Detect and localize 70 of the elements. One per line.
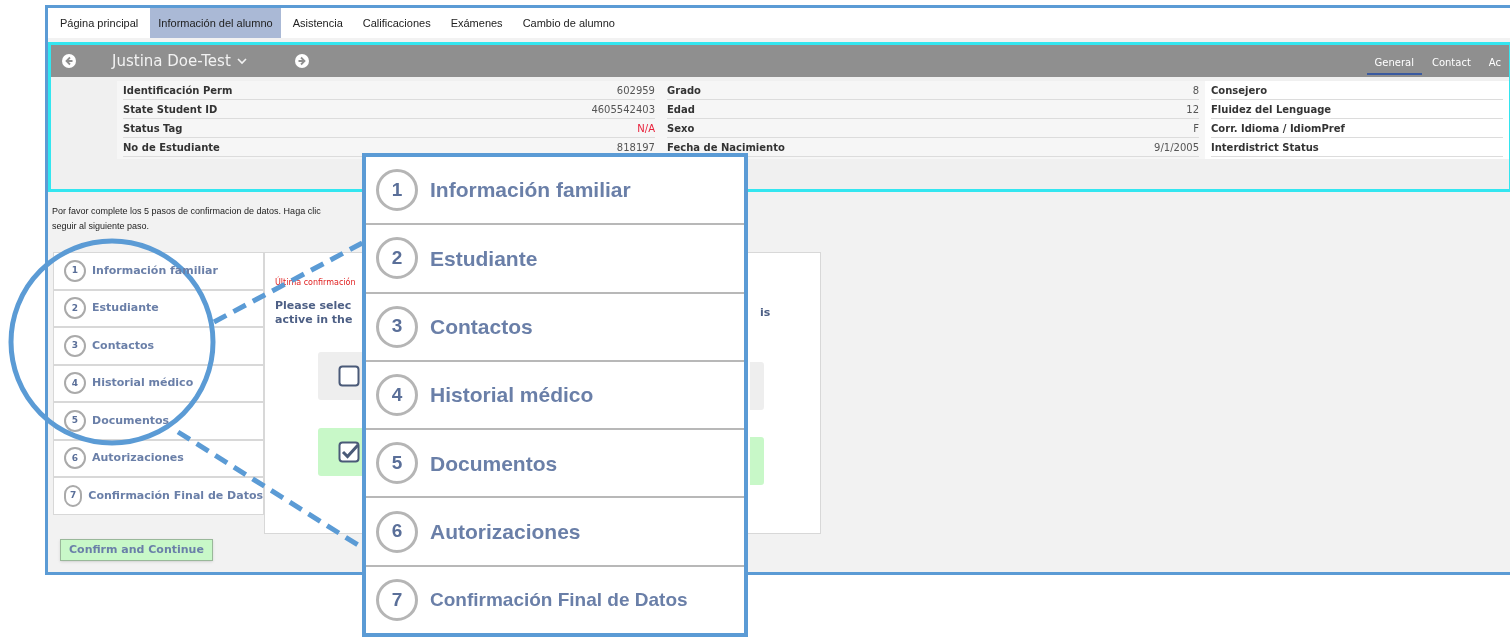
field-label: Sexo: [667, 121, 695, 136]
field-label: Fecha de Nacimiento: [667, 140, 785, 155]
step-label: Historial médico: [430, 382, 594, 409]
field-value: 602959: [616, 83, 655, 98]
field-value: F: [1193, 121, 1199, 136]
step-number: 6: [64, 447, 86, 470]
field-label: No de Estudiante: [123, 140, 220, 155]
step-number: 1: [376, 169, 418, 212]
instruction-text: seguir al siguiente paso.: [52, 220, 151, 233]
field-label: Grado: [667, 83, 701, 98]
field-label: Identificación Perm: [123, 83, 233, 98]
step-number: 3: [64, 334, 86, 357]
unchecked-checkbox[interactable]: [338, 365, 360, 387]
field-value: 9/1/2005: [1154, 140, 1199, 155]
option-card[interactable]: [318, 428, 362, 476]
section-tab[interactable]: Contact: [1423, 51, 1479, 75]
field-label: Interdistrict Status: [1211, 140, 1319, 155]
nav-tab[interactable]: Información del alumno: [150, 8, 281, 38]
section-tab[interactable]: General: [1366, 51, 1422, 75]
step-label: Contactos: [430, 313, 533, 340]
previous-student-icon[interactable]: [62, 54, 76, 68]
step-number: 6: [376, 510, 418, 553]
step-number: 1: [64, 259, 86, 282]
step-number: 4: [376, 374, 418, 416]
prompt-text: Please selec: [275, 299, 353, 313]
checked-checkbox[interactable]: [338, 441, 360, 463]
step-label: Autorizaciones: [430, 518, 581, 545]
prompt-text: active in the: [275, 313, 354, 327]
field-label: Status Tag: [123, 121, 183, 136]
prompt-text: is: [759, 305, 772, 321]
field-value: N/A: [637, 121, 655, 136]
field-label: Consejero: [1211, 83, 1268, 98]
step-item[interactable]: 4 Historial médico: [53, 364, 264, 402]
chevron-down-icon[interactable]: [236, 57, 247, 65]
nav-tab[interactable]: Asistencia: [284, 8, 351, 38]
field-label: State Student ID: [123, 102, 218, 117]
nav-tab[interactable]: Cambio de alumno: [514, 8, 623, 38]
instruction-text: Por favor complete los 5 pasos de confirmacion de datos. Haga clic: [52, 205, 322, 218]
step-item[interactable]: 2 Estudiante: [53, 289, 264, 327]
field-value: 818197: [616, 140, 655, 155]
field-label: Edad: [667, 102, 695, 117]
step-item[interactable]: 3 Contactos: [53, 327, 264, 365]
step-number: 7: [64, 484, 83, 507]
nav-tab[interactable]: Página principal: [52, 8, 147, 38]
field-value: 12: [1186, 102, 1199, 117]
section-tab[interactable]: Ac: [1480, 51, 1509, 75]
notice-text: Última confirmación: [275, 277, 357, 289]
option-card[interactable]: [318, 352, 362, 400]
field-value: 4605542403: [591, 102, 655, 117]
step-item[interactable]: 7 Confirmación Final de Datos: [53, 477, 264, 515]
step-number: 5: [64, 409, 86, 432]
nav-tab[interactable]: Exámenes: [442, 8, 511, 38]
nav-tab[interactable]: Calificaciones: [354, 8, 439, 38]
step-number: 2: [64, 297, 86, 320]
step-item[interactable]: 5 Documentos: [53, 402, 264, 440]
step-number: 2: [376, 237, 418, 280]
step-number: 3: [376, 305, 418, 348]
step-label: Confirmación Final de Datos: [430, 587, 688, 612]
field-label: Corr. Idioma / IdiomPref: [1211, 121, 1345, 136]
step-label: Estudiante: [430, 245, 538, 272]
field-value: 8: [1192, 83, 1199, 98]
field-label: Fluidez del Lenguage: [1211, 102, 1332, 117]
student-name[interactable]: Justina Doe-Test: [112, 49, 231, 73]
step-label: Documentos: [430, 450, 558, 477]
step-number: 4: [64, 372, 86, 395]
confirm-button[interactable]: Confirm and Continue: [60, 539, 213, 562]
step-number: 7: [376, 578, 418, 621]
next-student-icon[interactable]: [294, 54, 309, 68]
step-number: 5: [376, 442, 418, 485]
step-label: Información familiar: [430, 177, 631, 204]
